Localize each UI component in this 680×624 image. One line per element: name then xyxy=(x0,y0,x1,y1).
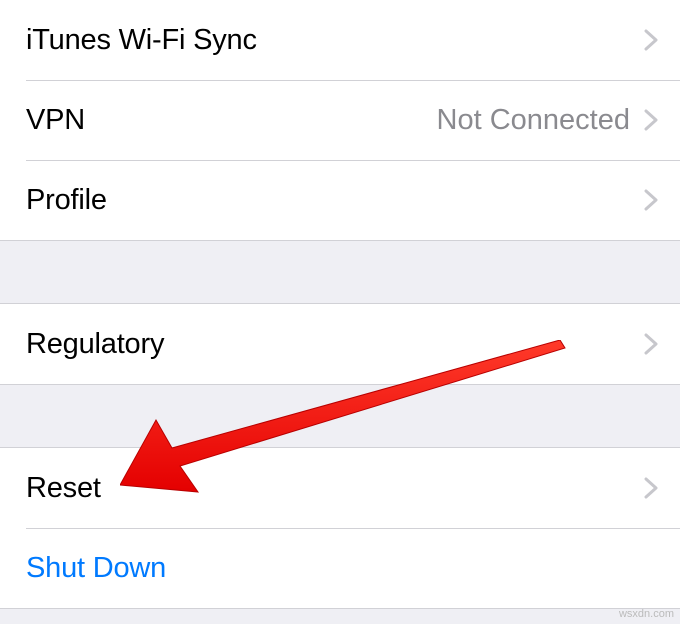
label-shutdown: Shut Down xyxy=(26,552,166,585)
section-gap xyxy=(0,241,680,303)
detail-vpn: Not Connected xyxy=(437,104,630,137)
label-reset: Reset xyxy=(26,472,101,505)
regulatory-group: Regulatory xyxy=(0,303,680,385)
chevron-right-icon xyxy=(644,477,658,499)
row-reset[interactable]: Reset xyxy=(0,448,680,528)
row-regulatory[interactable]: Regulatory xyxy=(0,304,680,384)
watermark-text: wsxdn.com xyxy=(619,608,674,620)
top-settings-group: iTunes Wi-Fi Sync VPN Not Connected Prof… xyxy=(0,0,680,241)
chevron-right-icon xyxy=(644,29,658,51)
row-profile[interactable]: Profile xyxy=(0,160,680,240)
chevron-right-icon xyxy=(644,333,658,355)
row-shutdown[interactable]: Shut Down xyxy=(0,528,680,608)
label-profile: Profile xyxy=(26,184,107,217)
section-gap xyxy=(0,385,680,447)
row-itunes-wifi-sync[interactable]: iTunes Wi-Fi Sync xyxy=(0,0,680,80)
chevron-right-icon xyxy=(644,109,658,131)
row-vpn[interactable]: VPN Not Connected xyxy=(0,80,680,160)
label-vpn: VPN xyxy=(26,104,85,137)
label-itunes-wifi-sync: iTunes Wi-Fi Sync xyxy=(26,24,257,57)
label-regulatory: Regulatory xyxy=(26,328,164,361)
chevron-right-icon xyxy=(644,189,658,211)
bottom-group: Reset Shut Down xyxy=(0,447,680,609)
